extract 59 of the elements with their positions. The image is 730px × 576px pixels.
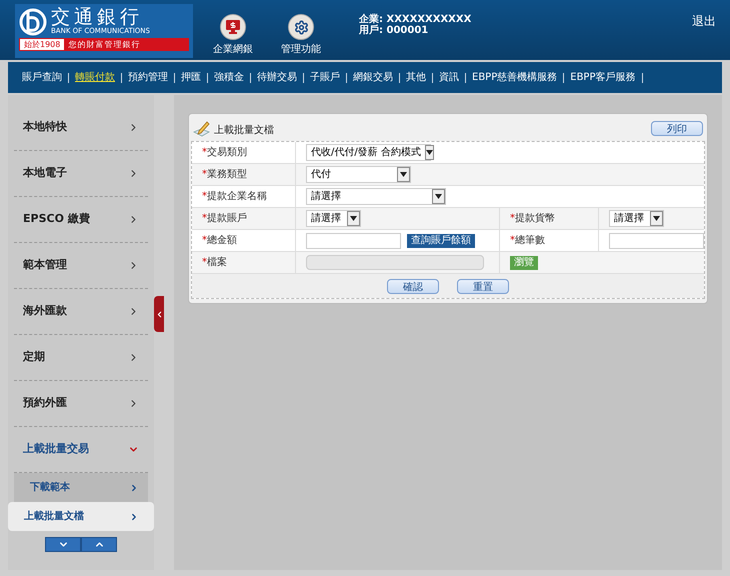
nav-item[interactable]: 待辦交易 (257, 70, 297, 85)
shortcut-label[interactable]: 管理功能 (281, 42, 321, 57)
field-label: *提款賬戶 (202, 212, 247, 226)
nav-item[interactable]: 子賬戶 (310, 70, 340, 85)
field-label: *業務類型 (202, 168, 247, 182)
nav-item[interactable]: 賬戶查詢 (22, 70, 62, 85)
chevron-right-icon (129, 512, 139, 522)
nav-item[interactable]: 轉賬付款 (75, 70, 115, 85)
nav-item[interactable]: EBPP客戶服務 (570, 70, 636, 85)
form-title: 上載批量文檔 (214, 124, 274, 138)
query-balance-button[interactable]: 查詢賬戶餘額 (407, 234, 475, 248)
dropdown[interactable]: 請選擇 (306, 210, 361, 227)
sidebar-item[interactable]: 海外匯款 (14, 289, 148, 335)
field-label: *總筆數 (510, 234, 545, 248)
sidebar-item[interactable]: EPSCO 繳費 (14, 197, 148, 243)
nav-item[interactable]: 預約管理 (128, 70, 168, 85)
company-info: 企業: XXXXXXXXXXX (359, 14, 472, 25)
input-field[interactable] (306, 232, 401, 248)
dropdown[interactable]: 請選擇 (609, 210, 664, 227)
chevron-left-icon (155, 310, 164, 318)
pencil-note-icon (193, 120, 211, 138)
field-label: *提款企業名稱 (202, 190, 267, 204)
input-field[interactable] (609, 232, 704, 248)
sidebar-subitem[interactable]: 上載批量文檔 (8, 502, 154, 531)
field-label: *提款貨幣 (510, 212, 555, 226)
nav-item[interactable]: 資訊 (439, 70, 459, 85)
dropdown[interactable]: 請選擇 (306, 188, 446, 205)
sidebar-item[interactable]: 範本管理 (14, 243, 148, 289)
scroll-down-button[interactable] (45, 537, 81, 552)
gear-icon[interactable] (288, 14, 314, 40)
nav-item[interactable]: 網銀交易 (353, 70, 393, 85)
bank-name: 交通銀行 (51, 7, 143, 27)
bank-slogan: 您的財富管理銀行 (67, 39, 142, 50)
since-badge: 始於1908 (20, 39, 64, 50)
chevron-right-icon (129, 482, 139, 492)
reset-button[interactable]: 重置 (457, 278, 509, 294)
nav-item[interactable]: 強積金 (214, 70, 244, 85)
field-label: *總金額 (202, 234, 237, 248)
sidebar-item[interactable]: 定期 (14, 335, 148, 381)
logo-icon (19, 8, 47, 36)
confirm-button[interactable]: 確認 (387, 278, 439, 294)
nav-item[interactable]: 押匯 (181, 70, 201, 85)
nav-item[interactable]: 其他 (406, 70, 426, 85)
user-info: 用戶: 000001 (359, 25, 430, 36)
field-label: *檔案 (202, 256, 227, 270)
sidebar-item[interactable]: 本地特快 (14, 105, 148, 151)
dropdown[interactable]: 代付 (306, 166, 411, 183)
nav-item[interactable]: EBPP慈善機構服務 (472, 70, 558, 85)
logout-link[interactable]: 退出 (692, 12, 716, 30)
sidebar-item[interactable]: 預約外匯 (14, 381, 148, 427)
scroll-up-button[interactable] (81, 537, 117, 552)
dropdown[interactable]: 代收/代付/發薪 合約模式 (306, 144, 431, 161)
sidebar-subitem[interactable]: 下載範本 (14, 473, 148, 502)
sidebar-item[interactable]: 本地電子 (14, 151, 148, 197)
field-label: *交易類別 (202, 146, 247, 160)
print-button[interactable]: 列印 (651, 121, 703, 136)
shortcut-label[interactable]: 企業網銀 (213, 42, 253, 57)
monitor-icon[interactable] (220, 14, 246, 40)
collapse-sidebar-button[interactable] (154, 296, 165, 332)
